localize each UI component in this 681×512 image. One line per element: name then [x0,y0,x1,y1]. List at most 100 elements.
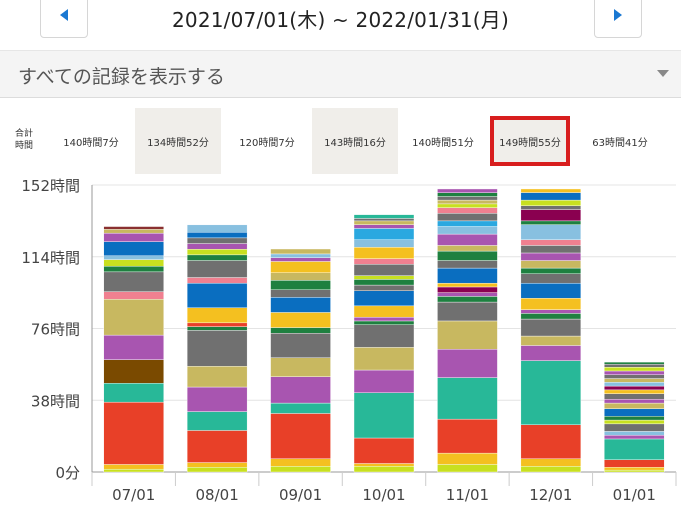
bar-segment [604,423,665,432]
bar-segment [353,324,415,348]
bar-segment [604,370,665,375]
bar-segment [604,469,665,473]
bar-segment [437,286,498,293]
bar-segment [437,226,498,235]
bar-segment [270,466,331,473]
bar-segment [270,402,331,414]
bar-segment [520,267,582,274]
bar-segment [437,452,498,465]
bar-segment [604,382,665,387]
month-total-0[interactable]: 140時間7分 [48,108,134,174]
bar-segment [270,333,331,358]
bar-segment [353,247,415,259]
bar-segment [103,255,164,260]
chart-svg: 0分 38時間 76時間 114時間 152時間 07/01 08/01 09/01 10/01… [21,177,677,504]
bar-segment [353,463,415,467]
x-tick-label: 08/01 [196,486,239,504]
bar-segment [520,220,582,225]
bar-segment [520,309,582,314]
month-total-2[interactable]: 120時間7分 [224,108,310,174]
header: 2021/07/01(木) ~ 2022/01/31(月) [0,0,681,50]
bar-segment [604,361,665,365]
bar-segment [437,260,498,269]
bar-segment [186,322,248,327]
month-total-1[interactable]: 134時間52分 [135,108,221,174]
month-total-6[interactable]: 63時間41分 [577,108,663,174]
bar-segment [353,218,415,222]
record-filter-dropdown[interactable]: すべての記録を表示する [0,50,681,98]
bar-segment [520,224,582,240]
month-total-3[interactable]: 143時間16分 [312,108,398,174]
y-tick-label: 114時間 [21,249,80,267]
bar-segment [520,360,582,425]
total-label-line1: 合計 [15,129,34,139]
month-total-4[interactable]: 140時間51分 [400,108,486,174]
bar-segment [186,307,248,324]
month-total-5[interactable]: 149時間55分 [490,116,570,166]
bar-segment [437,464,498,473]
bar-segment [270,297,331,313]
bar-segment [520,335,582,346]
bar-segment [186,277,248,284]
bar-segment [270,327,331,334]
y-tick-label: 76時間 [31,321,80,339]
total-label-line2: 時間 [15,141,34,151]
bar-segment [270,376,331,404]
bar-segment [437,233,498,246]
bar-segment [186,467,248,473]
bar-segment [186,326,248,331]
bar-segment [103,401,164,465]
bar-segment [353,220,415,225]
bar-segment [353,264,415,276]
bar-segment [520,298,582,310]
x-tick-label: 07/01 [112,486,155,504]
bar-segment [520,466,582,473]
bar-segment [103,299,164,336]
y-tick-label: 152時間 [21,177,80,195]
bar-segment [270,413,331,459]
bar-segment [604,467,665,471]
bar-segment [437,320,498,350]
bar-segment [604,408,665,417]
bar-segment [270,458,331,467]
bar-segment [604,431,665,436]
bar-segment [353,214,415,219]
bar-segment [353,275,415,280]
bar-segment [520,199,582,206]
bar-segment [437,196,498,201]
bar-segment [604,434,665,440]
bar-segment [103,468,164,473]
bar-segment [103,265,164,273]
bar-segment [186,330,248,367]
bar-segment [186,260,248,278]
bar-segment [437,377,498,420]
bar-segment [604,363,665,368]
bar-segment [353,279,415,286]
monthly-stacked-bar-chart: 0分 38時間 76時間 114時間 152時間 07/01 08/01 09/01 10/01… [0,175,681,508]
bar-segment [437,245,498,252]
bar-segment [437,250,498,261]
bar-segment [353,258,415,265]
next-period-button[interactable] [594,0,642,38]
bar-segment [520,318,582,337]
bar-segment [604,389,665,394]
bar-segment [186,254,248,261]
bar-segment [186,430,248,463]
bar-segment [520,273,582,284]
bar-segment [353,392,415,439]
bar-segment [103,383,164,403]
bar-segment [353,224,415,229]
bar-segment [437,220,498,227]
bar-segment [437,203,498,208]
bar-segment [270,257,331,262]
x-tick-label: 12/01 [529,486,572,504]
bar-segment [103,229,164,234]
bar-segment [270,357,331,377]
bar-segment [353,290,415,307]
bar-segment [186,237,248,244]
bar-segment [186,248,248,256]
bar-segment [103,271,164,292]
bar-segment [520,424,582,459]
bar-segment [604,374,665,379]
bar-segment [103,232,164,242]
